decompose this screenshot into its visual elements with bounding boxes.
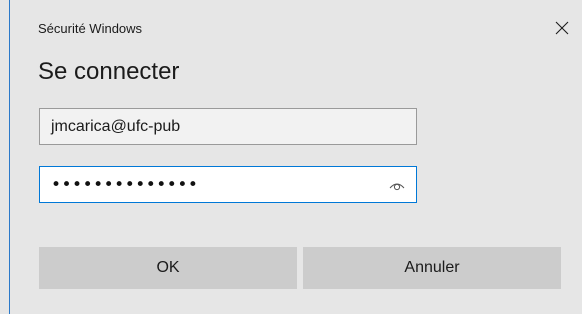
ok-button[interactable]: OK bbox=[39, 247, 297, 289]
eye-icon[interactable] bbox=[388, 178, 406, 192]
username-field[interactable]: jmcarica@ufc-pub bbox=[39, 108, 417, 145]
close-icon bbox=[555, 21, 569, 40]
close-button[interactable] bbox=[548, 16, 576, 44]
cancel-button[interactable]: Annuler bbox=[303, 247, 561, 289]
window-title: Sécurité Windows bbox=[38, 21, 143, 36]
window-left-border bbox=[9, 0, 10, 314]
username-value: jmcarica@ufc-pub bbox=[51, 117, 181, 135]
password-field[interactable]: •••••••••••••• bbox=[39, 166, 417, 203]
dialog-heading: Se connecter bbox=[38, 58, 180, 85]
password-masked-value: •••••••••••••• bbox=[51, 174, 199, 195]
credential-dialog: Sécurité Windows Se connecter jmcarica@u… bbox=[0, 0, 582, 314]
